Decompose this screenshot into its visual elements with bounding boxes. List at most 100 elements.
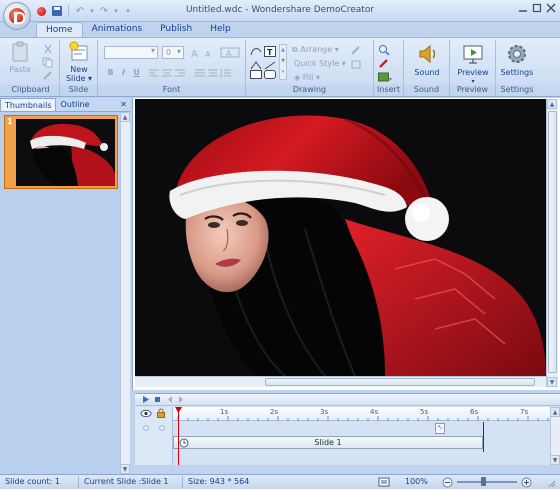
tab-outline[interactable]: Outline [56, 98, 93, 111]
scroll-up-icon[interactable]: ▲ [120, 112, 130, 122]
slide-canvas[interactable] [135, 99, 546, 376]
tab-publish[interactable]: Publish [151, 22, 201, 38]
timeline-playhead[interactable] [178, 407, 179, 465]
track-lock-dot[interactable]: ○ [159, 424, 165, 432]
italic-icon[interactable]: I [117, 67, 130, 79]
paste-icon [8, 41, 32, 63]
timeline-header: ○ ○ [135, 407, 173, 465]
lock-icon[interactable] [156, 408, 166, 421]
shrink-font-icon[interactable]: A [203, 47, 215, 59]
canvas-scroll-down-icon[interactable]: ▼ [547, 377, 557, 387]
slide-track-label: Slide 1 [314, 438, 342, 447]
zoom-slider-track[interactable] [457, 481, 517, 483]
highlight-insert-icon[interactable] [378, 58, 390, 69]
canvas-vertical-scrollbar[interactable]: ▲ ▼ [546, 99, 558, 387]
canvas-vscroll-thumb[interactable] [548, 111, 557, 373]
canvas-scroll-up-icon[interactable]: ▲ [547, 99, 557, 109]
minimize-icon[interactable] [518, 3, 528, 13]
shapes-gallery-scroll[interactable]: ▲ ▼ ▾ [279, 44, 287, 80]
align-center-icon[interactable] [161, 68, 173, 79]
drawing-group: T ▲ ▼ ▾ ⧉ Arrange ▾ Quick Style ▾ ◈ Fill ▾… [246, 40, 374, 96]
paste-label: Paste [9, 65, 31, 74]
resize-grip-icon[interactable] [547, 479, 556, 489]
slide-thumbnail[interactable]: 1 [4, 115, 118, 189]
stop-icon[interactable] [153, 395, 162, 404]
outline-color-icon[interactable] [350, 45, 362, 56]
svg-text:A: A [205, 50, 211, 58]
paste-button[interactable]: Paste [6, 41, 34, 74]
curve-shape-icon[interactable] [250, 46, 262, 57]
ruler-label-4s: 4s [370, 408, 379, 416]
settings-button[interactable]: Settings [497, 42, 537, 77]
slide-image [135, 99, 546, 376]
timeline-scroll-down-icon[interactable]: ▼ [550, 455, 560, 465]
shape-effects-icon[interactable] [350, 59, 362, 70]
text-box-icon[interactable]: T [264, 46, 276, 57]
align-right-icon[interactable] [174, 68, 186, 79]
ribbon-tabs: Home Animations Publish Help [36, 22, 240, 38]
fill-button[interactable]: ◈ Fill ▾ [294, 73, 320, 82]
tab-home[interactable]: Home [36, 22, 83, 38]
scroll-down-icon[interactable]: ▼ [120, 464, 130, 474]
slide-end-marker[interactable] [483, 422, 484, 452]
font-family-combo[interactable] [104, 46, 158, 59]
line-spacing-icon[interactable] [220, 68, 232, 79]
application-menu-button[interactable] [3, 2, 31, 30]
new-slide-button[interactable]: New Slide ▾ [63, 41, 95, 83]
fit-window-icon[interactable] [378, 477, 390, 489]
zoom-in-icon[interactable] [521, 477, 532, 489]
window-controls [518, 3, 556, 13]
close-icon[interactable] [546, 3, 556, 13]
thumbnail-scrollbar[interactable]: ▲ ▼ [120, 112, 130, 474]
tab-animations[interactable]: Animations [83, 22, 152, 38]
font-size-combo[interactable]: 0 [162, 46, 184, 59]
tab-thumbnails[interactable]: Thumbnails [0, 98, 57, 111]
clear-format-icon[interactable]: A [220, 47, 240, 58]
bold-icon[interactable]: B [104, 67, 117, 79]
play-icon[interactable] [141, 395, 150, 404]
canvas-hscroll-thumb[interactable] [265, 378, 535, 386]
drawing-group-label: Drawing [246, 85, 373, 96]
rectangle-shape-icon[interactable] [250, 70, 262, 79]
rounded-rect-shape-icon[interactable] [264, 70, 276, 79]
timeline-panel: ○ ○ 1s 2s 3s 4s 5s 6s 7s ↖ Slide 1 ▲ ▼ [135, 393, 560, 465]
maximize-icon[interactable] [532, 3, 542, 13]
underline-icon[interactable]: U [130, 67, 143, 79]
previous-icon[interactable] [165, 395, 174, 404]
preview-group: Preview ▾ Preview [450, 40, 496, 96]
zoom-slider-thumb[interactable] [481, 477, 486, 486]
justify-icon[interactable] [194, 68, 206, 79]
window-title: Untitled.wdc - Wondershare DemoCreator [185, 5, 375, 15]
track-visible-dot[interactable]: ○ [143, 424, 149, 432]
font-group: 0 A A A B I U Font [98, 40, 246, 96]
zoom-insert-icon[interactable] [378, 44, 390, 56]
sound-group-label: Sound [404, 85, 449, 96]
timeline-scrollbar[interactable]: ▲ ▼ [550, 407, 560, 465]
align-left-icon[interactable] [148, 68, 160, 79]
cut-icon[interactable] [42, 44, 54, 55]
next-icon[interactable] [177, 395, 186, 404]
settings-group: Settings Settings [496, 40, 538, 96]
image-insert-icon[interactable]: ▾ [378, 72, 392, 83]
slide-track[interactable]: Slide 1 [173, 436, 483, 449]
timeline-cursor-marker[interactable]: ↖ [435, 423, 445, 434]
status-bar: Slide count: 1 Current Slide :Slide 1 Si… [0, 474, 560, 489]
timeline-ruler[interactable]: 1s 2s 3s 4s 5s 6s 7s [173, 407, 550, 421]
new-slide-dropdown-icon: ▾ [88, 74, 93, 83]
ruler-ticks [177, 416, 549, 421]
preview-button[interactable]: Preview ▾ [453, 42, 493, 86]
sound-group: Sound Sound [404, 40, 450, 96]
quick-style-button[interactable]: Quick Style ▾ [294, 59, 346, 68]
grow-font-icon[interactable]: A [190, 47, 202, 60]
tab-help[interactable]: Help [201, 22, 240, 38]
close-pane-icon[interactable]: ✕ [120, 98, 127, 111]
visibility-eye-icon[interactable] [140, 409, 152, 421]
sound-button[interactable]: Sound [407, 42, 447, 77]
zoom-out-icon[interactable] [442, 477, 453, 489]
copy-icon[interactable] [42, 57, 54, 68]
arrange-button[interactable]: ⧉ Arrange ▾ [292, 45, 339, 55]
timeline-scroll-up-icon[interactable]: ▲ [550, 407, 560, 417]
distribute-icon[interactable] [207, 68, 219, 79]
format-painter-icon[interactable] [42, 70, 54, 81]
canvas-horizontal-scrollbar[interactable] [135, 376, 546, 387]
